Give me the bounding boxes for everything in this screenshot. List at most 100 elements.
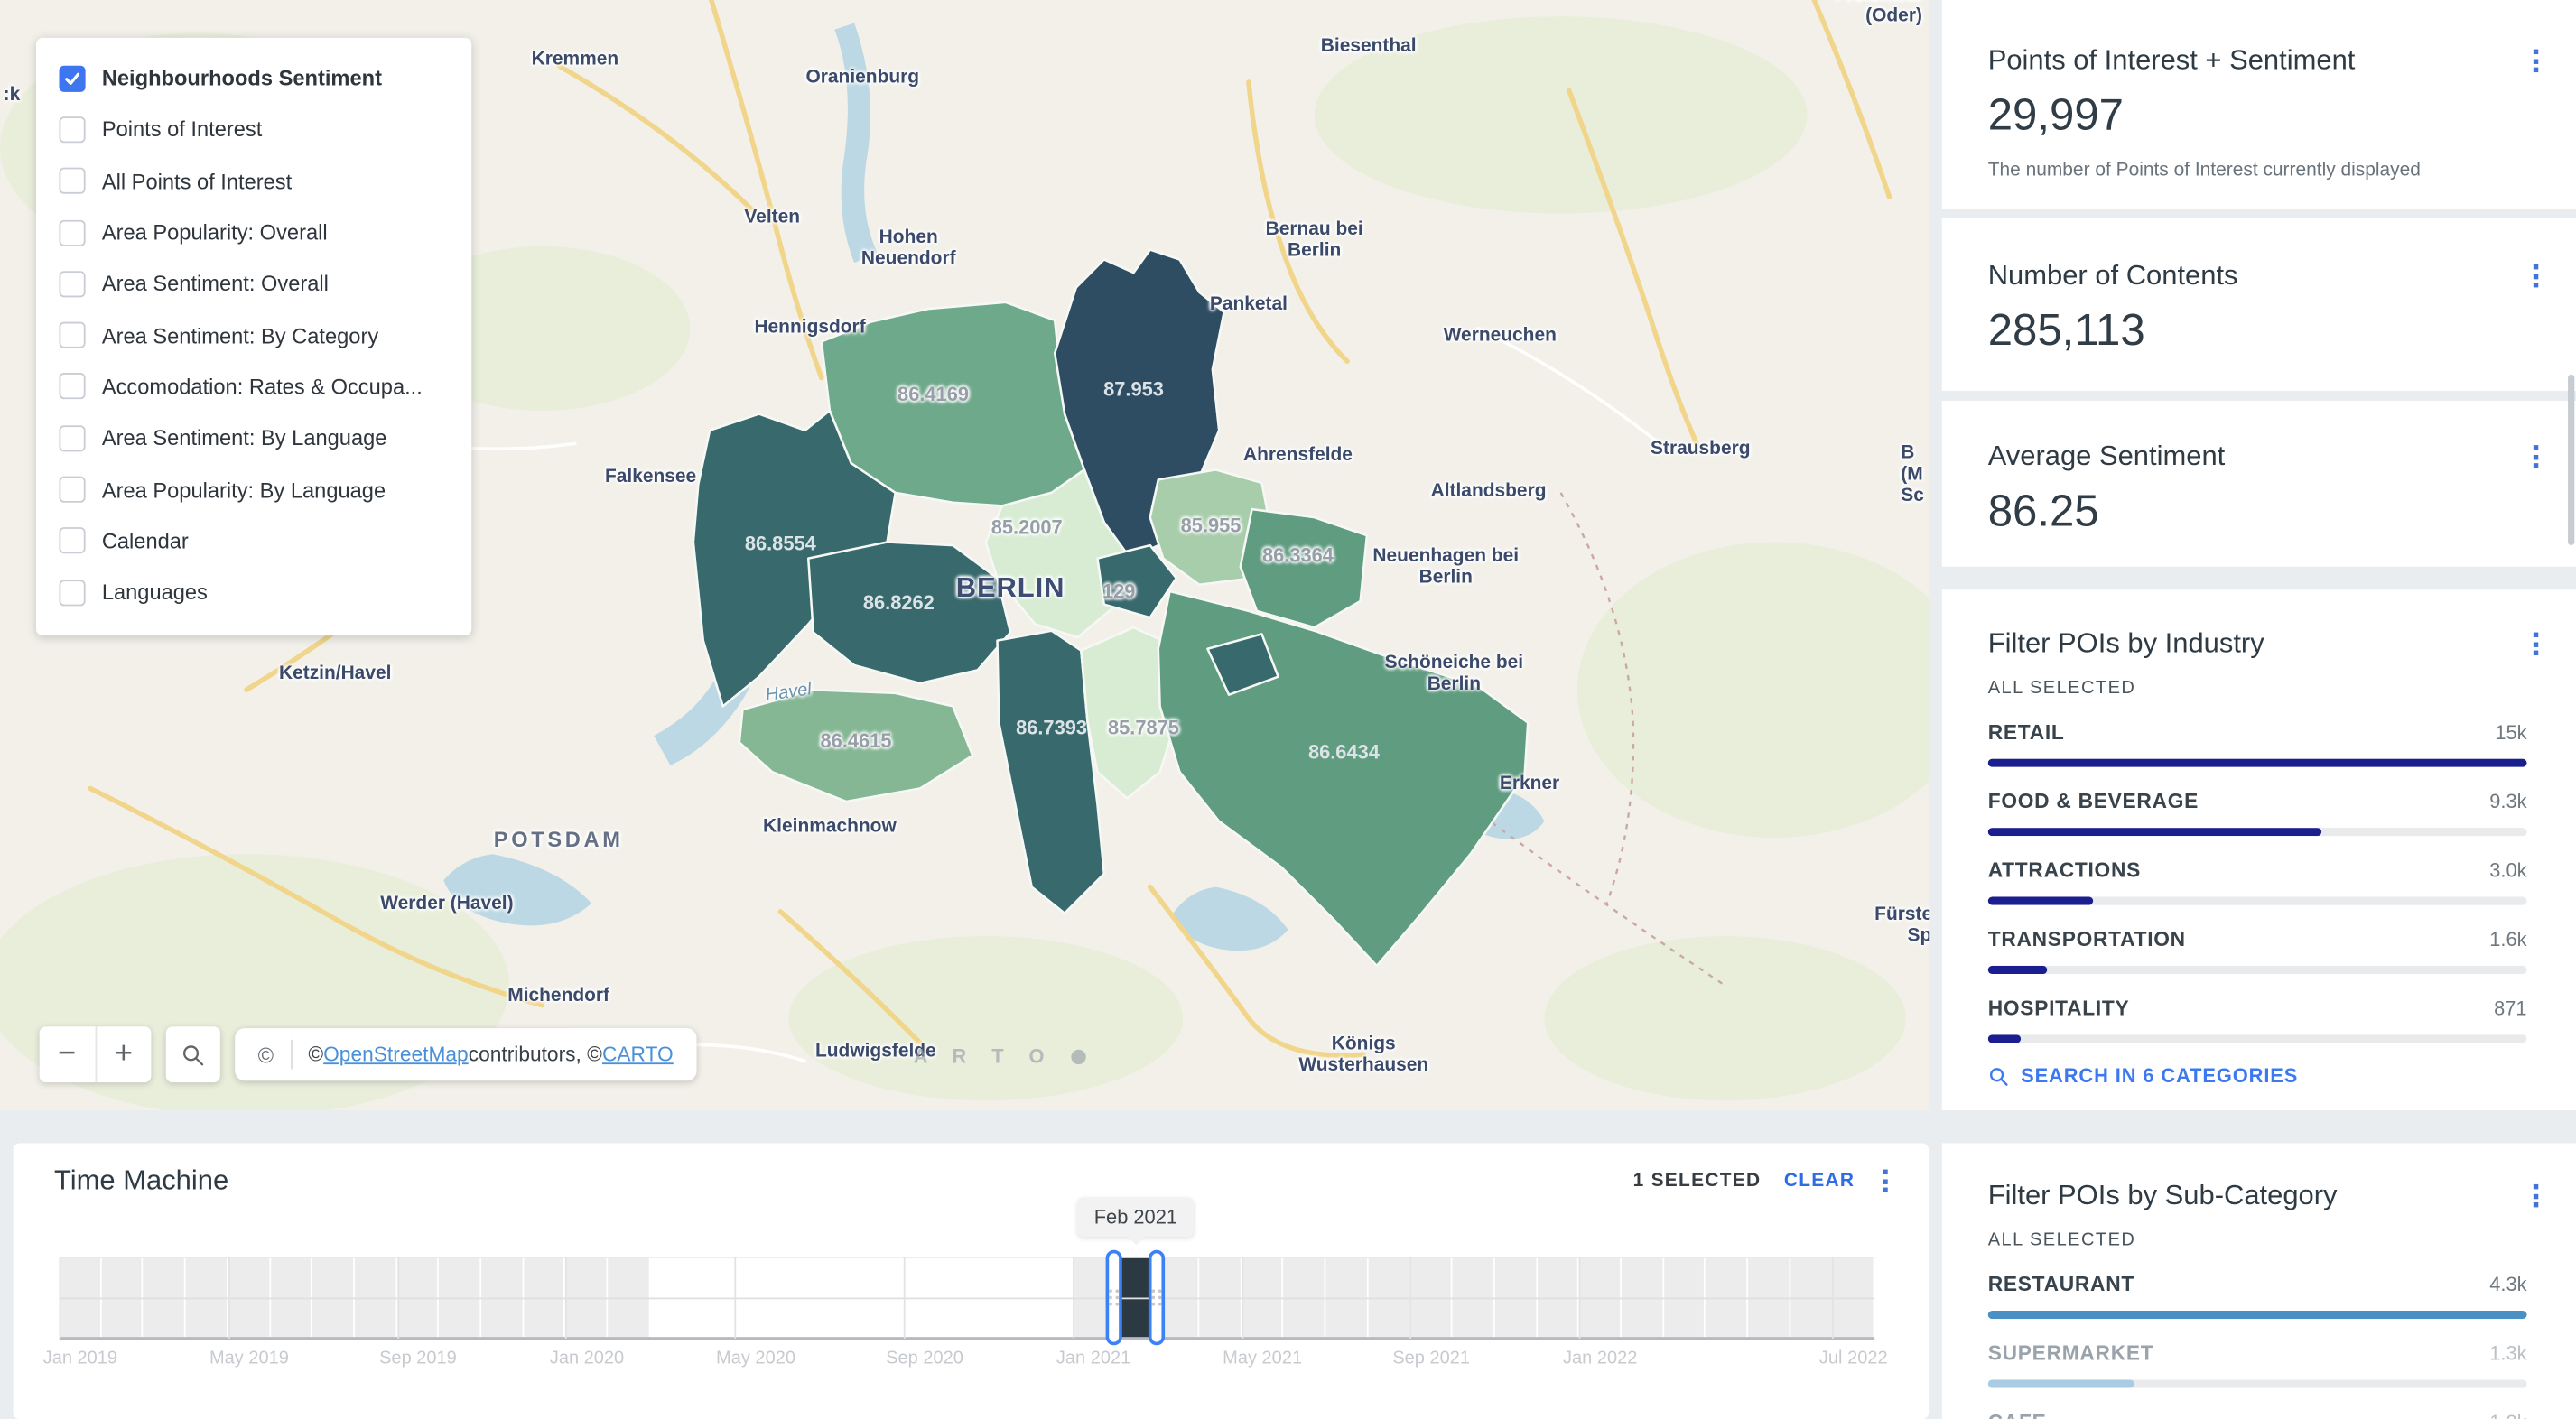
checkbox[interactable] [60,425,86,451]
checkbox[interactable] [60,528,86,554]
zoom-in-button[interactable]: + [96,1026,151,1082]
attribution-middle: contributors, © [469,1043,602,1065]
category-row-supermarket[interactable]: SUPERMARKET1.3k [1988,1342,2527,1388]
divider [290,1040,292,1070]
category-row-attractions[interactable]: ATTRACTIONS3.0k [1988,859,2527,905]
category-count: 1.6k [2489,928,2526,951]
carto-link[interactable]: CARTO [602,1043,674,1065]
category-row-restaurant[interactable]: RESTAURANT4.3k [1988,1273,2527,1319]
checkbox[interactable] [60,580,86,606]
checkbox[interactable] [60,271,86,297]
layer-item-accomodation-rates[interactable]: Accomodation: Rates & Occupa... [36,361,471,413]
watermark-letters: A R T O [914,1044,1055,1067]
layer-item-all-points-of-interest[interactable]: All Points of Interest [36,155,471,207]
kebab-menu-button[interactable] [2528,1179,2543,1211]
checkbox[interactable] [60,322,86,348]
layer-item-area-sentiment-by-language[interactable]: Area Sentiment: By Language [36,413,471,464]
right-rail: Points of Interest + Sentiment 29,997 Th… [1942,0,2576,1419]
map-label-city: Oranienburg [805,68,919,89]
axis-baseline [60,1337,1875,1340]
gridline [1073,1257,1074,1339]
category-row-food-beverage[interactable]: FOOD & BEVERAGE9.3k [1988,790,2527,836]
grip-icon [1110,1289,1120,1305]
card-description: The number of Points of Interest current… [1988,161,2527,181]
map-panel[interactable]: Kremmen Oranienburg Biesenthal Velten Ho… [0,0,1929,1110]
layer-item-languages[interactable]: Languages [36,567,471,618]
layer-item-calendar[interactable]: Calendar [36,515,471,567]
category-name: HOSPITALITY [1988,997,2130,1019]
map-label-clipped-right-lower: Fürste Sp [1874,905,1929,949]
industry-filter-card: Filter POIs by Industry ALL SELECTED RET… [1942,589,2576,1110]
region-value: 85.7875 [1108,716,1179,738]
category-bar-track [1988,828,2527,836]
checkbox[interactable] [60,219,86,246]
selected-count-label: 1 SELECTED [1633,1171,1762,1191]
category-bar-track [1988,966,2527,974]
clear-button[interactable]: CLEAR [1784,1171,1855,1191]
attribution-prefix: © [308,1043,323,1065]
category-bar-fill [1988,966,2048,974]
layer-label: Neighbourhoods Sentiment [102,66,382,90]
time-machine-header: Time Machine 1 SELECTED CLEAR [14,1143,1930,1197]
map-label-city: Ketzin/Havel [279,664,391,686]
tm-axis-label: May 2021 [1223,1349,1302,1368]
openstreetmap-link[interactable]: OpenStreetMap [323,1043,469,1065]
kebab-menu-button[interactable] [2528,259,2543,292]
category-bar-fill [1988,759,2527,767]
kebab-menu-button[interactable] [2528,44,2543,77]
selection-tooltip: Feb 2021 [1078,1197,1195,1237]
search-in-categories-label: SEARCH IN 6 CATEGORIES [2021,1064,2298,1087]
card-title: Points of Interest + Sentiment [1988,44,2527,77]
checkbox[interactable] [60,477,86,503]
category-bar-fill [1988,1034,2021,1043]
map-attribution: © © OpenStreetMap contributors, © CARTO [235,1028,696,1080]
category-name: RESTAURANT [1988,1273,2134,1295]
search-icon [181,1043,205,1067]
category-row-cafe[interactable]: CAFE1.2k [1988,1411,2527,1419]
category-count: 3.0k [2489,859,2526,882]
checkbox[interactable] [60,116,86,143]
scrollbar-thumb[interactable] [2568,375,2574,545]
kebab-menu-button[interactable] [1878,1164,1892,1197]
layer-label: Area Sentiment: By Language [102,426,387,450]
layer-item-area-popularity-by-language[interactable]: Area Popularity: By Language [36,464,471,515]
map-label-city: Kleinmachnow [763,817,897,839]
map-label-line: (M [1901,465,1924,487]
gridline [1832,1257,1834,1339]
gridline [60,1297,1875,1299]
layer-item-neighbourhoods-sentiment[interactable]: Neighbourhoods Sentiment [36,52,471,104]
region-value: 85.955 [1181,515,1242,537]
layer-item-area-sentiment-by-category[interactable]: Area Sentiment: By Category [36,310,471,361]
layer-item-points-of-interest[interactable]: Points of Interest [36,104,471,155]
layer-item-area-popularity-overall[interactable]: Area Popularity: Overall [36,207,471,258]
map-label-city: Königs Wusterhausen [1277,1034,1451,1078]
layer-label: Area Popularity: By Language [102,478,386,502]
stat-card-number-of-contents: Number of Contents 285,113 [1942,218,2576,391]
map-label-city: Hohen Neuendorf [842,228,976,272]
search-in-categories-button[interactable]: SEARCH IN 6 CATEGORIES [1988,1064,2299,1087]
range-handle-left[interactable] [1106,1250,1122,1346]
category-row-retail[interactable]: RETAIL15k [1988,721,2527,767]
category-bar-track [1988,897,2527,905]
checkbox[interactable] [60,168,86,194]
map-zoom-control: − + [40,1026,152,1082]
region-value: 86.8554 [745,533,816,555]
map-label-line: Sc [1901,487,1924,508]
checkbox[interactable] [60,374,86,400]
card-title: Average Sentiment [1988,441,2527,473]
zoom-out-button[interactable]: − [40,1026,95,1082]
category-row-transportation[interactable]: TRANSPORTATION1.6k [1988,928,2527,974]
category-row-hospitality[interactable]: HOSPITALITY871 [1988,997,2527,1043]
range-handle-right[interactable] [1149,1250,1165,1346]
checkbox[interactable] [60,65,86,91]
map-label-city: Falkensee [605,467,696,488]
kebab-menu-button[interactable] [2528,441,2543,473]
card-title: Filter POIs by Sub-Category [1988,1179,2527,1211]
stat-card-poi-sentiment: Points of Interest + Sentiment 29,997 Th… [1942,0,2576,209]
map-search-button[interactable] [166,1026,220,1082]
map-label-city: Michendorf [507,986,609,1007]
layer-item-area-sentiment-overall[interactable]: Area Sentiment: Overall [36,258,471,310]
category-count: 9.3k [2489,790,2526,812]
kebab-menu-button[interactable] [2528,627,2543,660]
region-value: 87.953 [1103,378,1164,401]
